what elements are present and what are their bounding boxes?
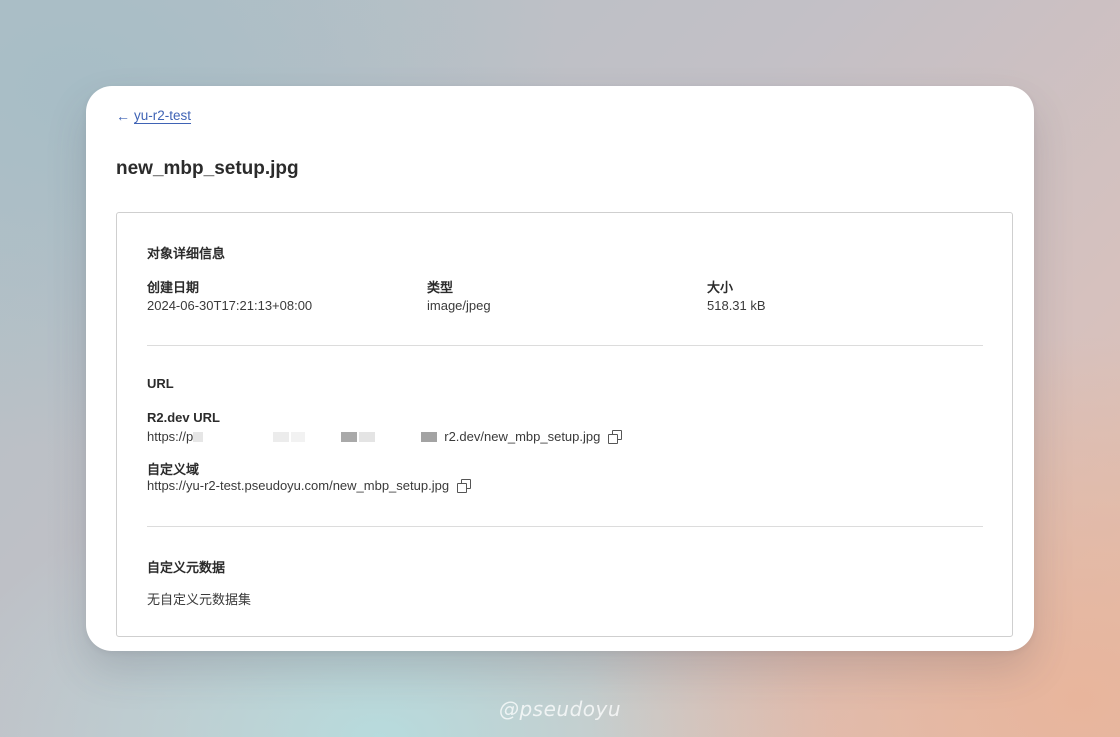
section-title-object-details: 对象详细信息 [147,246,226,261]
field-value-created-date: 2024-06-30T17:21:13+08:00 [147,298,313,313]
redacted-block [421,431,438,442]
page-title: new_mbp_setup.jpg [116,158,299,179]
section-title-custom-metadata: 自定义元数据 [147,560,226,575]
field-label-custom-domain: 自定义域 [147,462,200,477]
field-label-type: 类型 [427,280,454,295]
field-label-size: 大小 [707,280,734,295]
field-value-size: 518.31 kB [707,298,766,313]
custom-domain-url-value[interactable]: https://yu-r2-test.pseudoyu.com/new_mbp_… [147,478,449,493]
custom-domain-url-row: https://yu-r2-test.pseudoyu.com/new_mbp_… [147,478,472,493]
field-value-type: image/jpeg [427,298,491,313]
custom-metadata-empty-text: 无自定义元数据集 [147,592,252,607]
copy-icon[interactable] [608,430,623,444]
redacted-block [291,431,306,442]
redacted-block [341,431,358,442]
redacted-block [273,431,290,442]
section-title-url: URL [147,376,174,391]
back-link[interactable]: ← yu-r2-test [116,108,191,123]
field-label-created-date: 创建日期 [147,280,200,295]
watermark: @pseudoyu [498,697,622,721]
divider [147,345,983,346]
redacted-block [193,431,204,442]
r2-dev-url-prefix[interactable]: https://p [147,429,193,444]
redacted-block [205,431,272,442]
redacted-block [359,431,376,442]
back-link-label: yu-r2-test [134,108,192,123]
r2-dev-url-row: https://p r2.dev/new_mbp_setup.jpg [147,429,623,444]
divider [147,526,983,527]
object-detail-card: ← yu-r2-test new_mbp_setup.jpg 对象详细信息 创建… [86,86,1034,651]
details-panel: 对象详细信息 创建日期 2024-06-30T17:21:13+08:00 类型… [116,212,1013,637]
redacted-block [377,431,420,442]
redacted-block [307,431,340,442]
copy-icon[interactable] [457,479,472,493]
field-label-r2-dev-url: R2.dev URL [147,410,220,425]
arrow-left-icon: ← [116,107,130,124]
r2-dev-url-suffix[interactable]: r2.dev/new_mbp_setup.jpg [444,429,600,444]
